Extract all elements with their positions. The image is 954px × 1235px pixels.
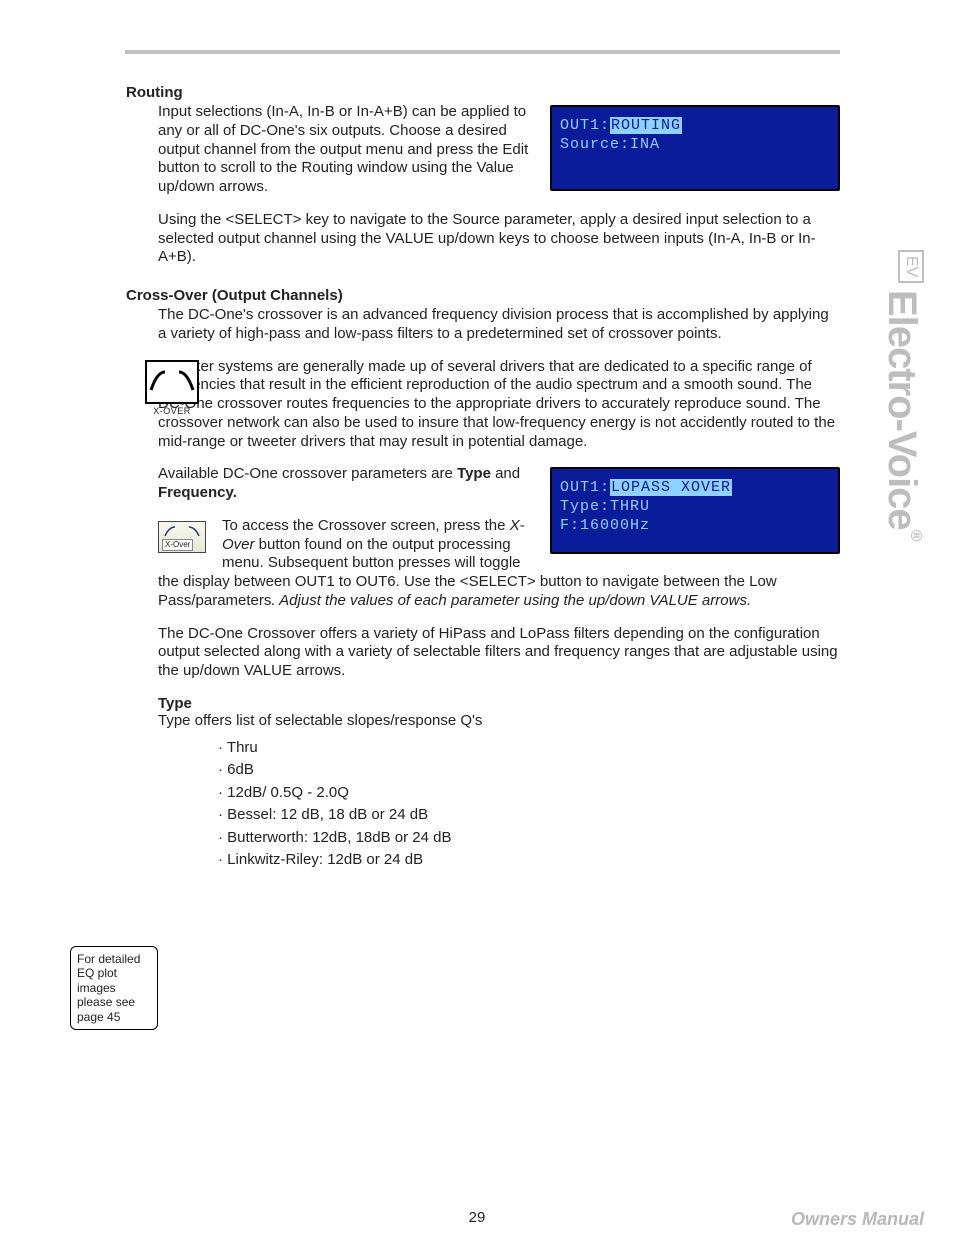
xover-button-label: X-Over bbox=[162, 539, 193, 551]
xover-p4-pre: To access the Crossover screen, press th… bbox=[222, 517, 510, 534]
xover-button[interactable]: X-Over bbox=[158, 521, 206, 553]
xover-p3-b1: Type bbox=[457, 465, 491, 482]
section-title-routing: Routing bbox=[126, 84, 840, 101]
crossover-mini-icon bbox=[163, 524, 201, 538]
list-item: Bessel: 12 dB, 18 dB or 24 dB bbox=[218, 804, 840, 827]
xover-p5: The DC-One Crossover offers a variety of… bbox=[158, 625, 840, 681]
crossover-curves-icon bbox=[147, 362, 197, 402]
lcd2-l1-hl: LOPASS XOVER bbox=[610, 479, 732, 496]
type-p1: Type offers list of selectable slopes/re… bbox=[158, 712, 840, 731]
lcd-routing: OUT1:ROUTING Source:INA bbox=[550, 105, 840, 191]
margin-note: For detailed EQ plot images please see p… bbox=[70, 946, 158, 1030]
xover-button-graphic: X-Over bbox=[158, 521, 210, 553]
lcd2-line1: OUT1:LOPASS XOVER bbox=[560, 479, 830, 498]
xover-icon bbox=[145, 360, 199, 404]
xover-p1: The DC-One's crossover is an advanced fr… bbox=[158, 306, 840, 344]
top-rule bbox=[125, 50, 840, 54]
routing-p2: Using the <SELECT> key to navigate to th… bbox=[158, 211, 816, 266]
section-title-xover: Cross-Over (Output Channels) bbox=[126, 287, 840, 304]
xover-p3-mid: and bbox=[491, 465, 520, 482]
lcd2-line2: Type:THRU bbox=[560, 498, 830, 517]
lcd1-line3 bbox=[560, 155, 830, 174]
lcd2-l1-pre: OUT1: bbox=[560, 479, 610, 496]
brand-reg: ® bbox=[907, 530, 924, 541]
lcd1-l1-hl: ROUTING bbox=[610, 117, 682, 134]
lcd1-l1-pre: OUT1: bbox=[560, 117, 610, 134]
brand-name: Electro-Voice® bbox=[879, 290, 924, 540]
list-item: 12dB/ 0.5Q - 2.0Q bbox=[218, 782, 840, 805]
xover-p2: Speaker systems are generally made up of… bbox=[158, 358, 840, 452]
owners-manual-label: Owners Manual bbox=[791, 1209, 924, 1230]
list-item: Linkwitz-Riley: 12dB or 24 dB bbox=[218, 849, 840, 872]
page-content: Routing OUT1:ROUTING Source:INA Input se… bbox=[70, 64, 840, 872]
xover-p4-dot: . Adjust the values of each parameter us… bbox=[271, 592, 751, 609]
list-item: Thru bbox=[218, 737, 840, 760]
xover-params-block: OUT1:LOPASS XOVER Type:THRU F:16000Hz Av… bbox=[158, 465, 840, 610]
lcd1-line2: Source:INA bbox=[560, 136, 830, 155]
routing-block: OUT1:ROUTING Source:INA Input selections… bbox=[158, 103, 840, 267]
xover-p3-b2: Frequency. bbox=[158, 484, 237, 501]
list-item: Butterworth: 12dB, 18dB or 24 dB bbox=[218, 827, 840, 850]
lcd2-line3: F:16000Hz bbox=[560, 517, 830, 536]
brand-ev-mark: EV bbox=[898, 250, 924, 283]
type-list: Thru 6dB 12dB/ 0.5Q - 2.0Q Bessel: 12 dB… bbox=[158, 737, 840, 872]
xover-icon-label: X-OVER bbox=[142, 406, 202, 416]
brand-sidebar: EV Electro-Voice® bbox=[876, 290, 936, 660]
xover-margin-icon: X-OVER bbox=[142, 360, 202, 416]
list-item: 6dB bbox=[218, 759, 840, 782]
routing-p1: Input selections (In-A, In-B or In-A+B) … bbox=[158, 103, 528, 195]
lcd1-line1: OUT1:ROUTING bbox=[560, 117, 830, 136]
lcd-xover: OUT1:LOPASS XOVER Type:THRU F:16000Hz bbox=[550, 467, 840, 553]
sub-title-type: Type bbox=[158, 695, 840, 712]
brand-name-text: Electro-Voice bbox=[880, 290, 924, 530]
xover-p3-pre: Available DC-One crossover parameters ar… bbox=[158, 465, 457, 482]
